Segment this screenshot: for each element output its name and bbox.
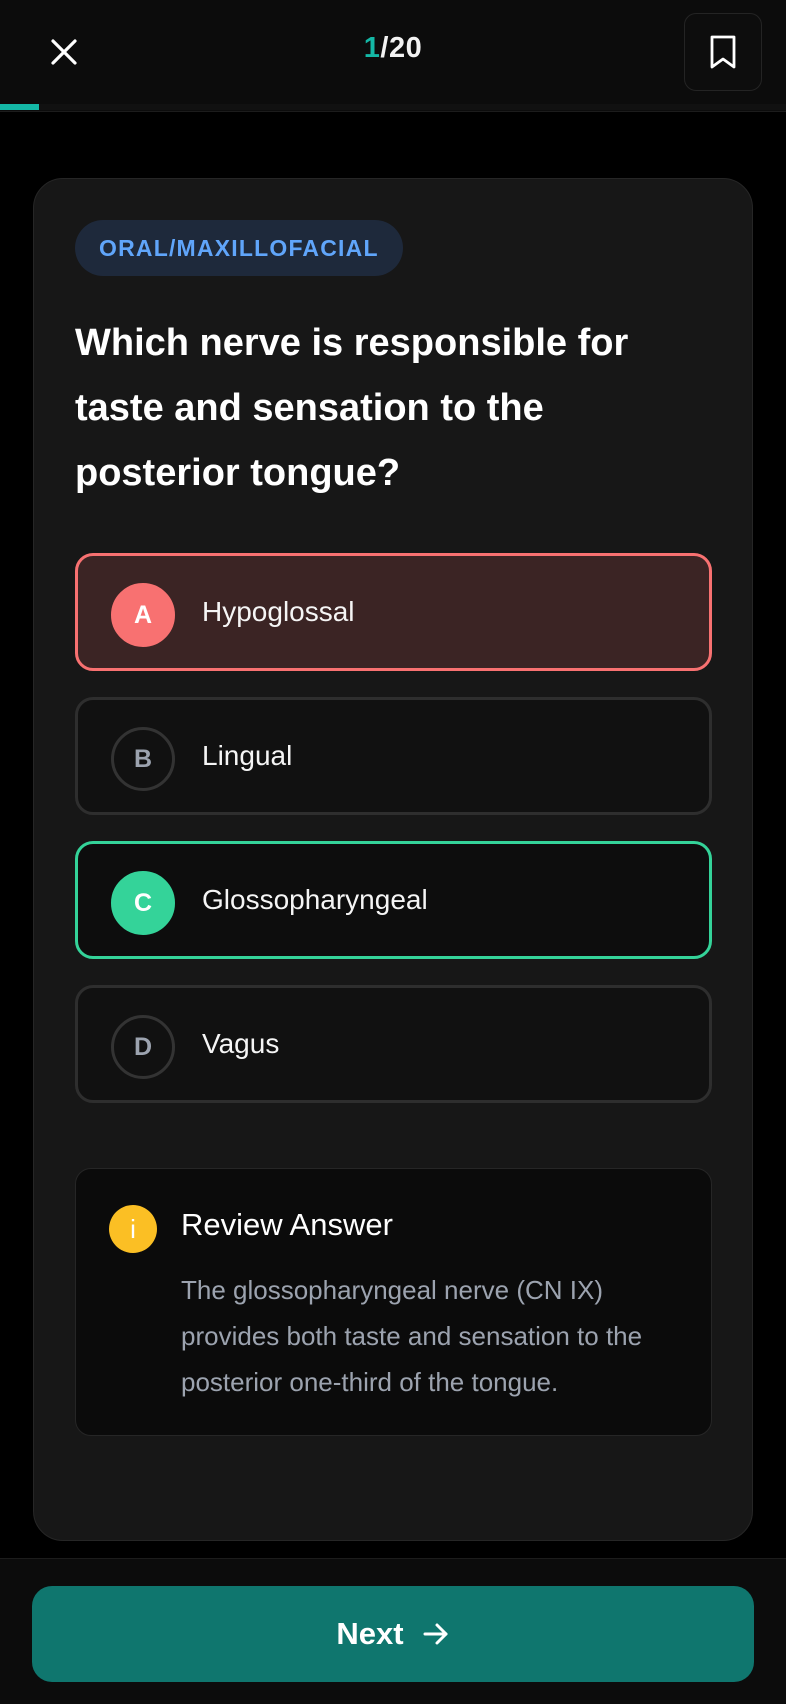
question-card: ORAL/MAXILLOFACIAL Which nerve is respon… xyxy=(33,178,753,1541)
option-label: Vagus xyxy=(202,1028,280,1059)
quiz-screen: 1/20 ORAL/MAXILLOFACIAL Which nerve is r… xyxy=(0,0,786,1704)
progress-fill xyxy=(0,104,40,110)
option-letter: A xyxy=(111,583,175,647)
arrow-right-icon xyxy=(422,1622,450,1646)
top-bar: 1/20 xyxy=(0,0,786,112)
info-icon: i xyxy=(109,1205,157,1253)
next-button[interactable]: Next xyxy=(32,1586,754,1682)
option-letter: D xyxy=(111,1015,175,1079)
option-letter: C xyxy=(111,871,175,935)
option-d[interactable]: D Vagus xyxy=(75,985,712,1103)
review-answer-panel: i Review Answer The glossopharyngeal ner… xyxy=(75,1168,712,1436)
bookmark-button[interactable] xyxy=(684,13,762,91)
question-counter: 1/20 xyxy=(0,32,786,65)
option-letter: B xyxy=(111,727,175,791)
option-label: Lingual xyxy=(202,740,293,771)
next-button-label: Next xyxy=(336,1616,404,1651)
option-a[interactable]: A Hypoglossal xyxy=(75,553,712,671)
total-questions: /20 xyxy=(380,32,423,64)
current-question-number: 1 xyxy=(363,32,381,64)
question-text: Which nerve is responsible for taste and… xyxy=(75,322,629,494)
progress-bar xyxy=(0,104,786,110)
option-b[interactable]: B Lingual xyxy=(75,697,712,815)
review-explanation: The glossopharyngeal nerve (CN IX) provi… xyxy=(181,1275,643,1397)
option-label: Hypoglossal xyxy=(202,596,355,627)
bottom-bar: Next xyxy=(0,1558,786,1704)
option-label: Glossopharyngeal xyxy=(202,884,428,915)
bookmark-icon xyxy=(710,35,736,69)
option-c[interactable]: C Glossopharyngeal xyxy=(75,841,712,959)
category-tag: ORAL/MAXILLOFACIAL xyxy=(75,220,403,276)
review-title: Review Answer xyxy=(181,1207,393,1242)
